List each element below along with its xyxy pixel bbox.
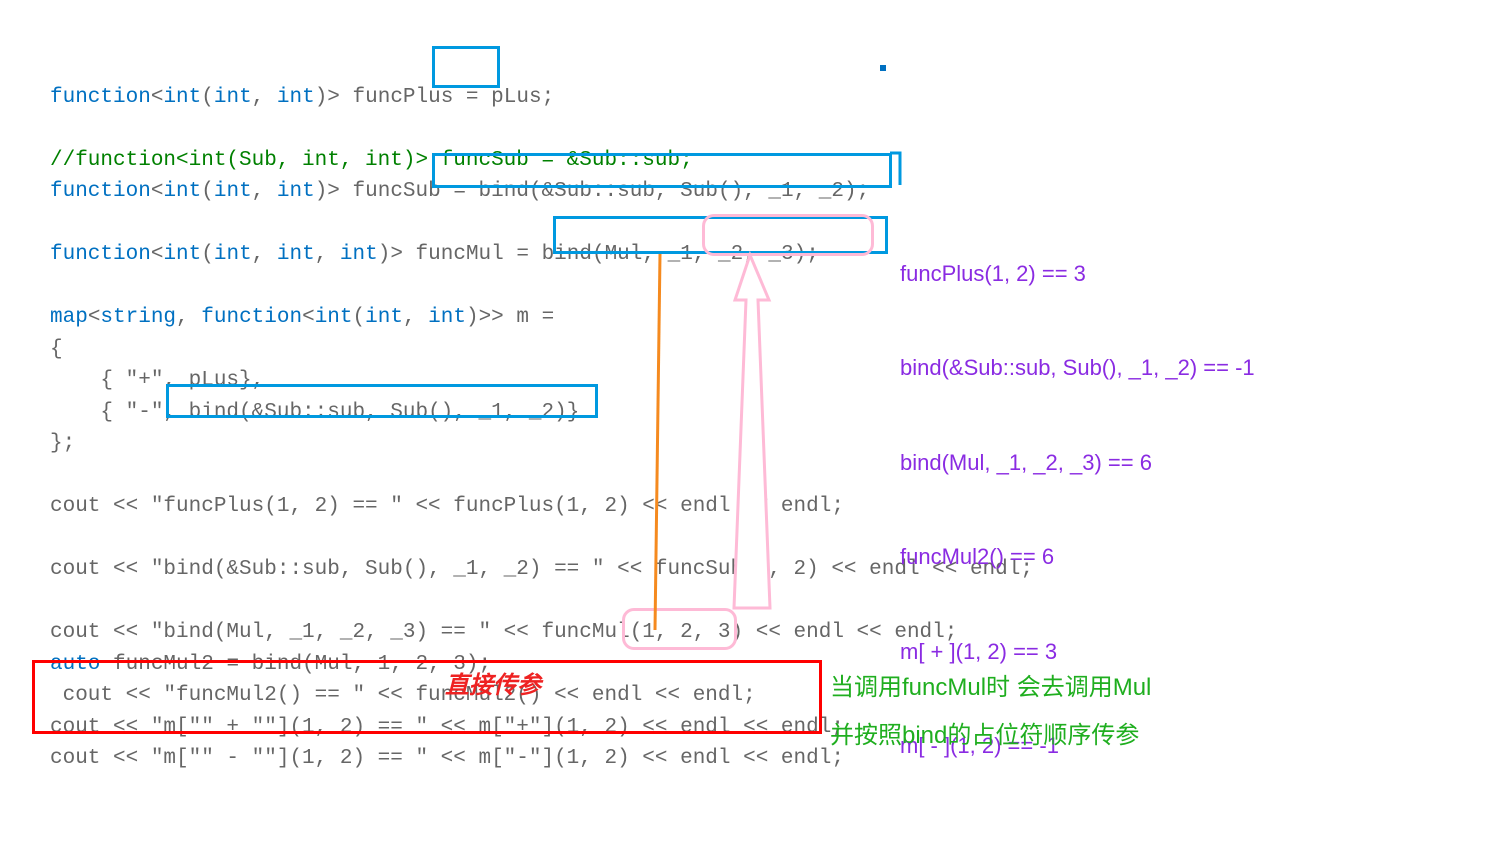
kw-int: int [163,86,201,109]
green-ann-1: 当调用funcMul时 会去调用Mul [830,670,1151,706]
dot-marker [880,65,886,71]
out-funcplus: funcPlus(1, 2) == 3 [900,257,1255,290]
hl-pink-placeholders [702,214,874,256]
hl-plus [432,46,500,88]
cout-m-minus: cout << "m["" - ""](1, 2) == " << m["-"]… [50,747,844,770]
cout-funcplus: cout << "funcPlus(1, 2) == " << funcPlus… [50,495,844,518]
hl-pink-args [622,608,737,650]
kw-function: function [50,86,151,109]
out-funcmul2: funcMul2() == 6 [900,540,1255,573]
out-m-plus: m[ + ](1, 2) == 3 [900,635,1255,668]
green-annotations: 当调用funcMul时 会去调用Mul 并按照bind的占位符顺序传参 [830,670,1151,754]
hl-map-minus-bind [166,384,598,418]
funcplus-decl: )> funcPlus = [315,86,491,109]
green-ann-2: 并按照bind的占位符顺序传参 [830,718,1151,754]
hl-funcsub-bind [432,153,892,188]
cout-funcsub: cout << "bind(&Sub::sub, Sub(), _1, _2) … [50,558,1033,581]
out-bind-mul: bind(Mul, _1, _2, _3) == 6 [900,446,1255,479]
out-bind-sub: bind(&Sub::sub, Sub(), _1, _2) == -1 [900,351,1255,384]
hl-funcmul2-block [32,660,822,734]
cout-funcmul: cout << "bind(Mul, _1, _2, _3) == " << f… [50,621,630,644]
